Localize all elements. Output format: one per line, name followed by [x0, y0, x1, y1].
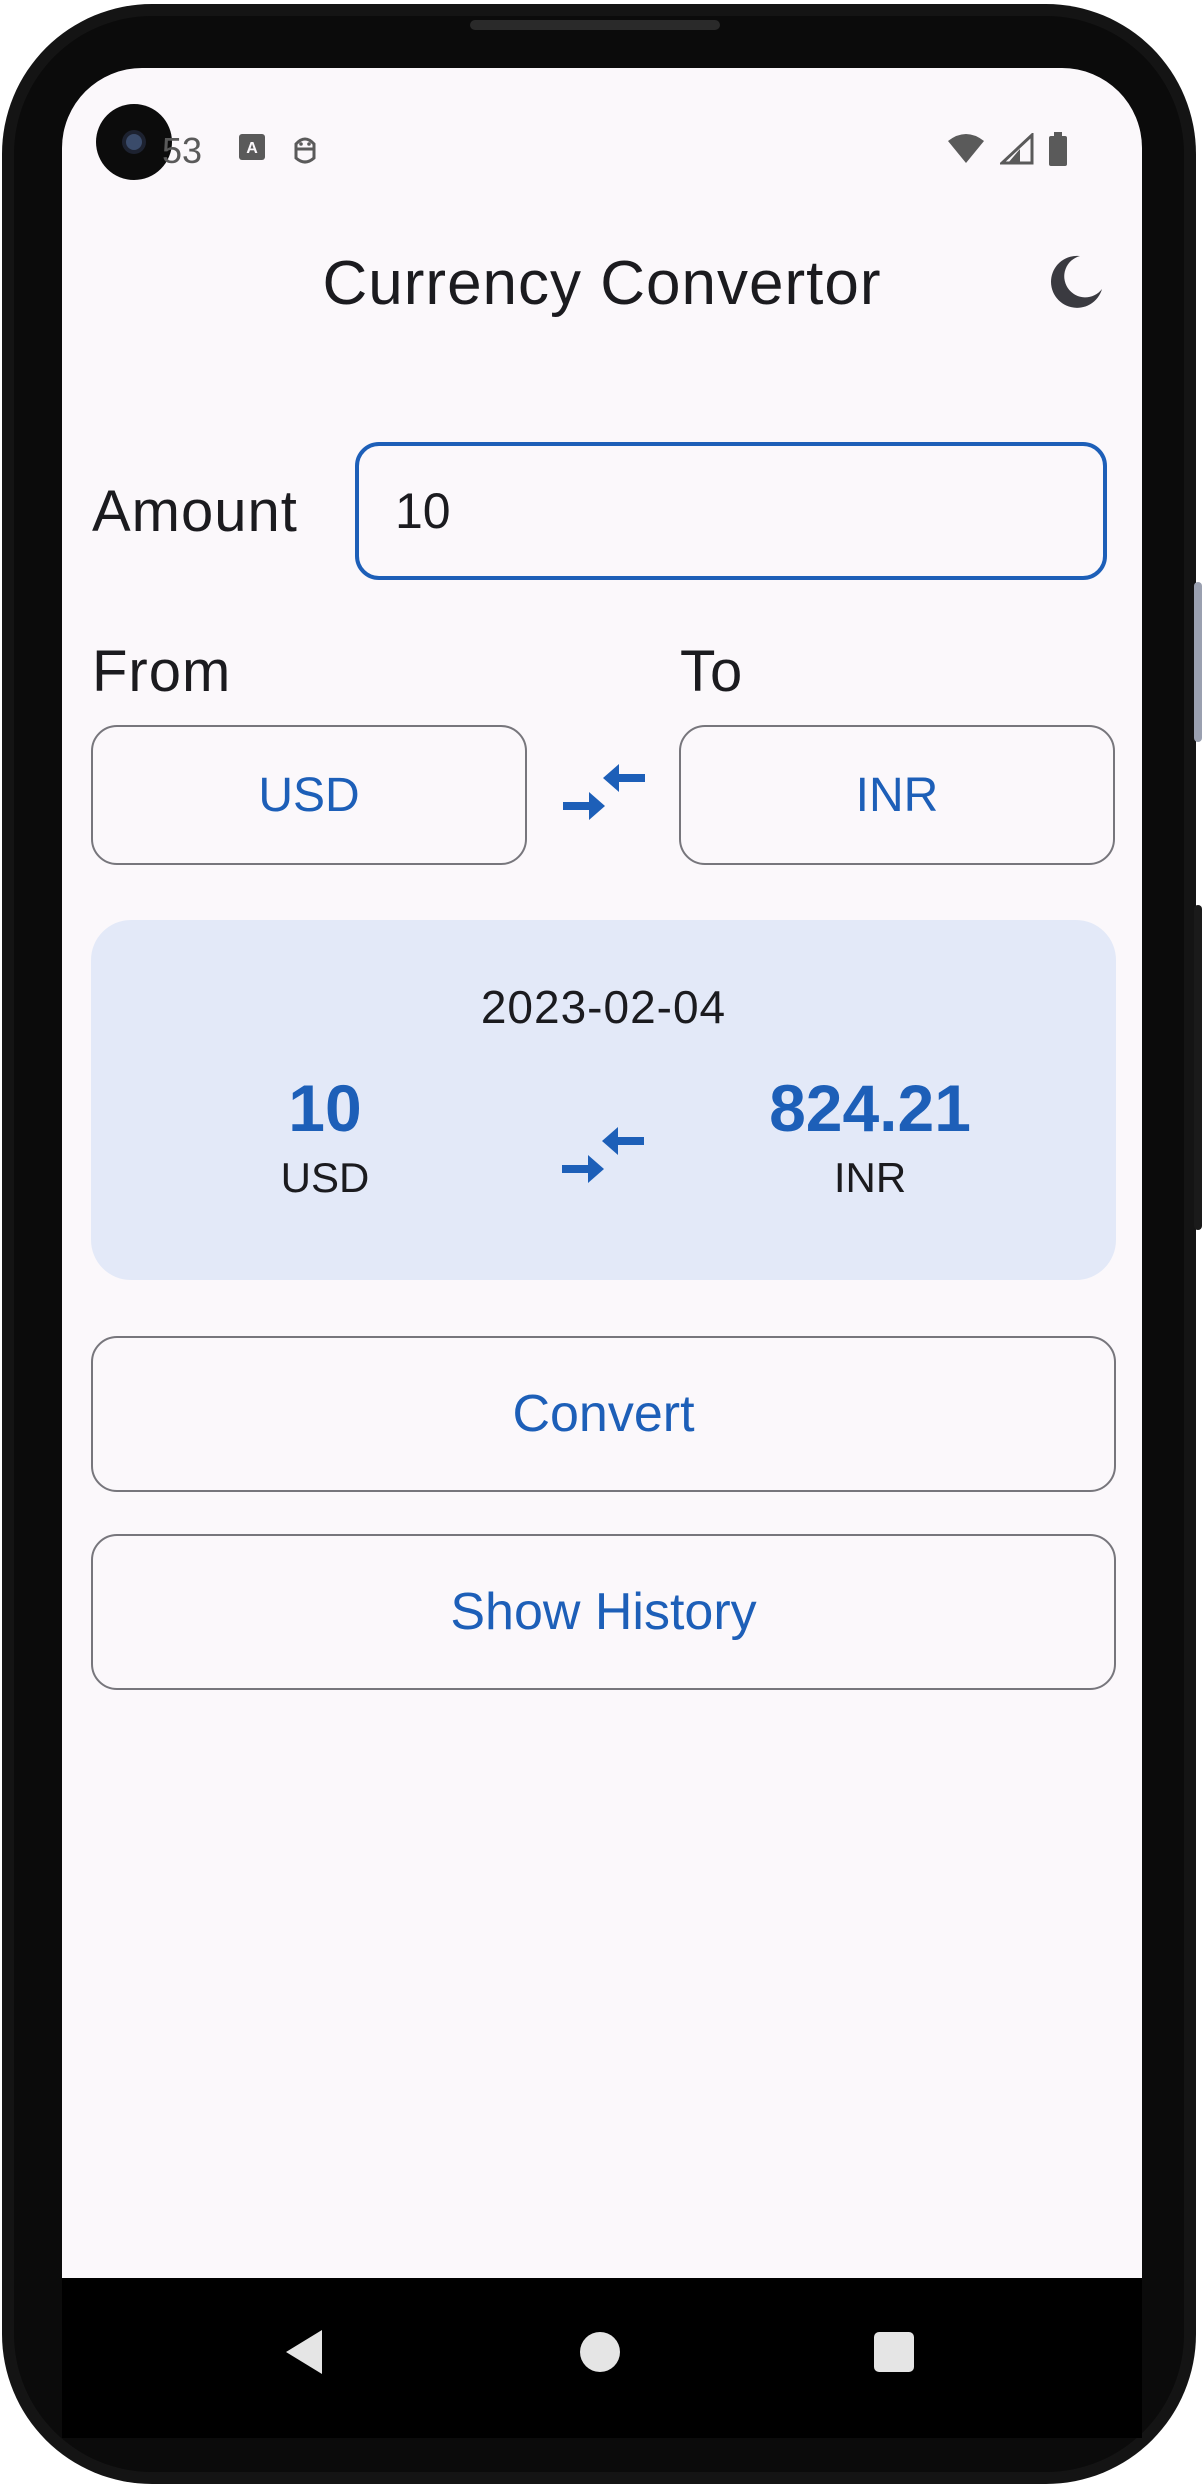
from-label: From [92, 639, 232, 704]
rate-date: 2023-02-04 [480, 981, 727, 1033]
result-from-code: USD [280, 1154, 370, 1201]
convert-button-label: Convert [512, 1385, 695, 1443]
earpiece-speaker [470, 20, 720, 30]
svg-text:A: A [246, 140, 258, 157]
wifi-icon [946, 133, 986, 169]
from-currency-value: USD [258, 768, 360, 822]
app-screen: 53 A Currency Convertor Amount From To U… [62, 68, 1142, 2278]
cellular-signal-icon [998, 131, 1034, 169]
result-from: 10 USD [175, 1070, 475, 1202]
android-notification-icon [290, 132, 320, 170]
home-icon[interactable] [580, 2332, 620, 2372]
recent-apps-icon[interactable] [874, 2332, 914, 2372]
result-to-code: INR [833, 1154, 907, 1201]
result-to-amount: 824.21 [769, 1071, 971, 1145]
convert-button[interactable]: Convert [91, 1336, 1116, 1492]
system-navigation-bar [62, 2278, 1142, 2438]
page-title: Currency Convertor [322, 249, 882, 318]
status-time: 53 [162, 130, 203, 171]
from-currency-button[interactable]: USD [91, 725, 527, 865]
to-currency-button[interactable]: INR [679, 725, 1115, 865]
front-camera [96, 104, 172, 180]
moon-icon[interactable] [1047, 253, 1105, 311]
show-history-button-label: Show History [450, 1583, 757, 1641]
amount-input[interactable] [355, 442, 1107, 580]
conversion-arrows-icon [558, 1125, 648, 1185]
status-icons [946, 131, 1068, 170]
show-history-button[interactable]: Show History [91, 1534, 1116, 1690]
swap-arrows-icon[interactable] [559, 762, 649, 822]
amount-label: Amount [92, 479, 298, 544]
battery-icon [1048, 132, 1068, 170]
power-button [1194, 905, 1202, 1230]
to-label: To [680, 639, 744, 704]
conversion-result-card: 2023-02-04 10 USD 824.21 INR [91, 920, 1116, 1280]
back-icon[interactable] [284, 2330, 324, 2378]
result-from-amount: 10 [288, 1071, 362, 1145]
volume-button [1194, 582, 1202, 742]
to-currency-value: INR [855, 768, 939, 822]
keyboard-notification-icon: A [237, 132, 267, 166]
result-to: 824.21 INR [720, 1070, 1020, 1202]
